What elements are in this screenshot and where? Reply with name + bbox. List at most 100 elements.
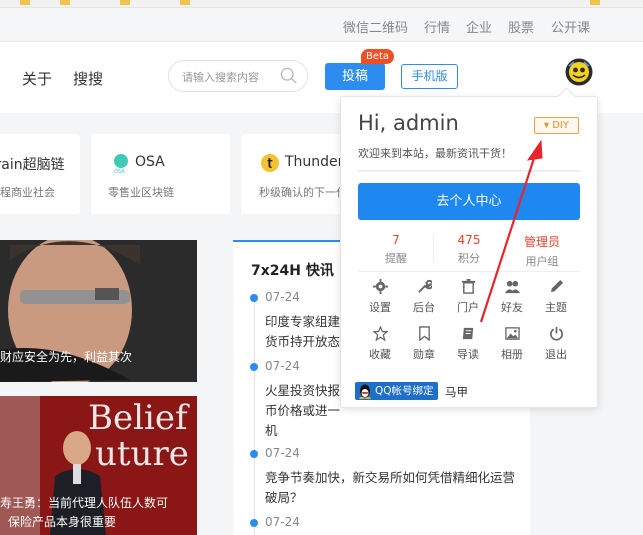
search-placeholder: 请输入搜索内容 [182, 71, 259, 84]
user-menu-popup: Hi, admin ▾ DIY 欢迎来到本站，最新资讯干货！ 去个人中心 7 提… [340, 96, 598, 408]
shortcut-label: 相册 [501, 348, 523, 361]
divider [505, 235, 506, 263]
chain-desc: 零售业区块链 [108, 186, 174, 199]
shortcut-album[interactable]: 相册 [492, 326, 532, 362]
timeline-dot [250, 450, 258, 458]
news-card[interactable]: 财应安全为先，利益其次 [0, 240, 197, 382]
shortcut-medals[interactable]: 勋章 [404, 326, 444, 362]
stat-label: 提醒 [385, 252, 407, 265]
bookmark-item[interactable] [60, 0, 73, 7]
qq-penguin-icon [359, 384, 371, 399]
shortcut-label: 勋章 [413, 348, 435, 361]
users-icon [504, 280, 520, 294]
divider [358, 271, 580, 272]
folder-icon [180, 0, 190, 5]
bookmark-item[interactable] [20, 0, 33, 7]
top-link-wechat-qr[interactable]: 微信二维码 [343, 17, 408, 36]
stat-label: 用户组 [525, 255, 559, 268]
timeline-dot [250, 294, 258, 302]
top-link-open-class[interactable]: 公开课 [551, 17, 590, 36]
shortcut-friends[interactable]: 好友 [492, 279, 532, 315]
top-link-enterprise[interactable]: 企业 [466, 17, 492, 36]
search-input[interactable]: 请输入搜索内容 [168, 60, 308, 92]
osa-logo-text: OSA [114, 169, 125, 175]
flash-text[interactable]: 竞争节奏加快，新交易所如何凭借精细化运营 破局？ [265, 468, 520, 508]
stat-label: 积分 [458, 252, 480, 265]
shortcut-label: 后台 [413, 301, 435, 314]
osa-logo-icon [114, 154, 128, 168]
flash-time: 07-24 [265, 515, 300, 529]
timeline-dot [250, 519, 258, 527]
bookmark-item[interactable] [120, 0, 133, 7]
shortcut-logout[interactable]: 退出 [536, 326, 576, 362]
qq-nickname: 马甲 [445, 385, 468, 399]
nav-search[interactable]: 搜搜 [73, 68, 103, 89]
image-icon [504, 327, 520, 340]
chain-desc: 秒级确认的下一代 [259, 186, 347, 199]
chain-card[interactable]: train超脑链 程商业社会 [0, 134, 80, 214]
diy-icon: ▾ [544, 120, 553, 131]
beta-badge: Beta [361, 49, 395, 64]
shortcut-favorites[interactable]: 收藏 [360, 326, 400, 362]
shortcut-label: 收藏 [369, 348, 391, 361]
flash-time: 07-24 [265, 359, 300, 373]
pencil-icon [550, 279, 563, 293]
thunder-logo-icon: ʈ [261, 154, 279, 172]
submit-article-button[interactable]: 投稿 [325, 63, 385, 90]
divider [433, 235, 434, 263]
search-icon[interactable] [280, 67, 298, 85]
shortcut-admin[interactable]: 后台 [404, 279, 444, 315]
shortcut-label: 退出 [545, 348, 567, 361]
shortcut-label: 主题 [545, 301, 567, 314]
folder-icon [60, 0, 70, 5]
shortcut-guide[interactable]: 导读 [448, 326, 488, 362]
shortcut-portal[interactable]: 门户 [448, 279, 488, 315]
power-icon [549, 326, 563, 341]
mobile-version-button[interactable]: 手机版 [401, 64, 458, 89]
nav-about[interactable]: 关于 [22, 68, 52, 89]
chain-card[interactable]: ʈ ThunderC 秒级确认的下一代 [241, 134, 353, 214]
top-link-stocks[interactable]: 股票 [508, 17, 534, 36]
chain-name: train超脑链 [0, 157, 65, 173]
personal-center-button[interactable]: 去个人中心 [358, 183, 580, 220]
bookmark-item[interactable] [590, 0, 603, 7]
news-card[interactable]: Belief uture 寿王勇：当前代理人队伍人数可 保险产品本身很重要 [0, 396, 197, 535]
stat-usergroup[interactable]: 管理员 用户组 [512, 233, 572, 269]
stat-reminders[interactable]: 7 提醒 [366, 233, 426, 266]
bookmarks-bar [0, 0, 643, 8]
avatar[interactable] [565, 58, 593, 86]
chain-name: OSA [135, 154, 165, 170]
news-caption: 财应安全为先，利益其次 [0, 350, 133, 364]
shortcut-label: 导读 [457, 348, 479, 361]
top-link-market[interactable]: 行情 [424, 17, 450, 36]
folder-icon [590, 0, 600, 5]
shortcut-topics[interactable]: 主题 [536, 279, 576, 315]
wrench-icon [417, 279, 432, 293]
shortcut-label: 门户 [457, 301, 479, 314]
stat-points[interactable]: 475 积分 [439, 233, 499, 266]
stat-value: 7 [392, 233, 400, 247]
welcome-text: 欢迎来到本站，最新资讯干货！ [358, 147, 512, 160]
chain-card[interactable]: OSA OSA 零售业区块链 [91, 134, 230, 214]
news-caption: 寿王勇：当前代理人队伍人数可 [0, 496, 169, 510]
stat-value: 475 [457, 233, 481, 247]
gear-icon [372, 279, 388, 294]
book-icon [462, 327, 473, 340]
stat-value: 管理员 [523, 235, 560, 249]
bookmark-icon [418, 326, 430, 341]
shortcut-settings[interactable]: 设置 [360, 279, 400, 315]
star-icon [372, 326, 388, 341]
flash-title: 7x24H 快讯 [251, 263, 334, 279]
shortcut-label: 设置 [369, 301, 391, 314]
bookmark-item[interactable] [180, 0, 193, 7]
shortcut-label: 好友 [501, 301, 523, 314]
timeline-line [254, 297, 255, 535]
diy-label: DIY [552, 120, 569, 131]
qq-bind-button[interactable]: QQ帐号绑定 [355, 382, 438, 400]
trash-icon [461, 279, 475, 294]
news-bg-text: uture [95, 434, 189, 474]
flash-time: 07-24 [265, 446, 300, 460]
diy-button[interactable]: ▾ DIY [534, 117, 579, 134]
flash-time: 07-24 [265, 290, 300, 304]
greeting: Hi, admin [358, 111, 459, 135]
